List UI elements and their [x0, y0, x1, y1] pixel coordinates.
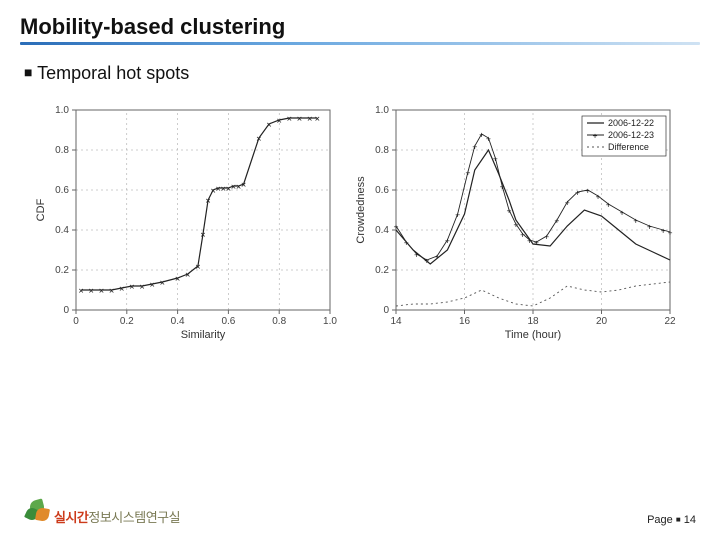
svg-text:×: ×: [287, 115, 292, 125]
svg-text:+: +: [544, 233, 549, 242]
svg-text:0: 0: [63, 305, 69, 316]
svg-text:+: +: [620, 209, 625, 218]
svg-text:+: +: [445, 237, 450, 246]
svg-text:+: +: [596, 193, 601, 202]
svg-text:×: ×: [200, 231, 205, 241]
svg-text:+: +: [466, 169, 471, 178]
svg-text:+: +: [500, 183, 505, 192]
svg-text:×: ×: [78, 287, 83, 297]
svg-text:0.4: 0.4: [375, 225, 389, 236]
svg-text:+: +: [647, 223, 652, 232]
svg-text:×: ×: [139, 283, 144, 293]
slide-title: Mobility-based clustering: [20, 14, 700, 40]
svg-text:16: 16: [459, 316, 471, 327]
svg-text:Crowdedness: Crowdedness: [355, 176, 367, 244]
svg-text:×: ×: [205, 197, 210, 207]
svg-text:+: +: [472, 143, 477, 152]
svg-text:+: +: [455, 211, 460, 220]
svg-text:20: 20: [596, 316, 608, 327]
svg-text:+: +: [493, 155, 498, 164]
svg-text:0.8: 0.8: [375, 145, 389, 156]
svg-text:+: +: [486, 135, 491, 144]
cdf-chart: 0 0.2 0.4 0.6 0.8 1.0 0 0.2 0.4 0.6 0.8 1.0 Similari…: [30, 96, 340, 346]
svg-text:0.6: 0.6: [221, 316, 235, 327]
svg-text:CDF: CDF: [35, 198, 47, 221]
subtitle-text: Temporal hot spots: [37, 63, 189, 83]
svg-text:×: ×: [241, 181, 246, 191]
svg-text:×: ×: [307, 115, 312, 125]
logo-leaf-icon: [24, 498, 52, 526]
svg-text:22: 22: [664, 316, 676, 327]
page-number: Page ■ 14: [647, 514, 696, 526]
svg-text:+: +: [606, 201, 611, 210]
svg-text:0.4: 0.4: [55, 225, 69, 236]
svg-text:×: ×: [185, 271, 190, 281]
svg-text:2006-12-23: 2006-12-23: [608, 130, 654, 140]
svg-text:+: +: [555, 217, 560, 226]
svg-text:0.2: 0.2: [120, 316, 134, 327]
svg-text:0.8: 0.8: [55, 145, 69, 156]
svg-text:0.6: 0.6: [375, 185, 389, 196]
svg-text:×: ×: [315, 115, 320, 125]
svg-text:2006-12-22: 2006-12-22: [608, 118, 654, 128]
svg-text:0: 0: [383, 305, 389, 316]
crowdedness-chart: 14 16 18 20 22 0 0.2 0.4 0.6 0.8 1.0 Time (hour) Cro…: [350, 96, 680, 346]
bullet-icon: ■: [24, 64, 32, 80]
svg-text:+: +: [520, 231, 525, 240]
svg-text:+: +: [534, 239, 539, 248]
slide-subtitle: ■ Temporal hot spots: [0, 45, 720, 84]
svg-text:+: +: [414, 251, 419, 260]
svg-text:0: 0: [73, 316, 79, 327]
svg-text:Time (hour): Time (hour): [505, 329, 561, 341]
svg-text:+: +: [479, 131, 484, 140]
svg-text:×: ×: [99, 287, 104, 297]
svg-text:+: +: [507, 207, 512, 216]
svg-text:×: ×: [266, 121, 271, 131]
svg-text:0.2: 0.2: [375, 265, 389, 276]
svg-text:+: +: [435, 253, 440, 262]
svg-text:×: ×: [297, 115, 302, 125]
svg-text:Similarity: Similarity: [181, 329, 226, 341]
svg-text:+: +: [394, 223, 399, 232]
svg-text:+: +: [424, 257, 429, 266]
svg-text:+: +: [404, 239, 409, 248]
svg-text:14: 14: [390, 316, 402, 327]
svg-text:+: +: [668, 229, 673, 238]
svg-text:×: ×: [256, 135, 261, 145]
svg-text:0.4: 0.4: [171, 316, 185, 327]
svg-text:0.6: 0.6: [55, 185, 69, 196]
lab-logo: 실시간정보시스템연구실: [24, 498, 180, 526]
svg-text:+: +: [565, 199, 570, 208]
svg-text:×: ×: [149, 281, 154, 291]
svg-text:Difference: Difference: [608, 142, 649, 152]
svg-text:18: 18: [527, 316, 539, 327]
svg-text:×: ×: [109, 287, 114, 297]
svg-text:×: ×: [276, 117, 281, 127]
svg-text:×: ×: [160, 279, 165, 289]
svg-text:+: +: [593, 132, 598, 141]
logo-text: 실시간정보시스템연구실: [54, 507, 180, 526]
svg-text:1.0: 1.0: [323, 316, 337, 327]
svg-text:+: +: [527, 237, 532, 246]
svg-text:×: ×: [89, 287, 94, 297]
svg-text:+: +: [575, 189, 580, 198]
svg-text:1.0: 1.0: [375, 105, 389, 116]
svg-text:+: +: [585, 187, 590, 196]
svg-text:×: ×: [175, 275, 180, 285]
svg-text:0.8: 0.8: [272, 316, 286, 327]
svg-text:×: ×: [119, 285, 124, 295]
svg-text:×: ×: [195, 263, 200, 273]
svg-text:×: ×: [129, 283, 134, 293]
svg-text:+: +: [661, 227, 666, 236]
svg-text:+: +: [633, 217, 638, 226]
svg-text:1.0: 1.0: [55, 105, 69, 116]
svg-text:+: +: [513, 221, 518, 230]
svg-text:0.2: 0.2: [55, 265, 69, 276]
